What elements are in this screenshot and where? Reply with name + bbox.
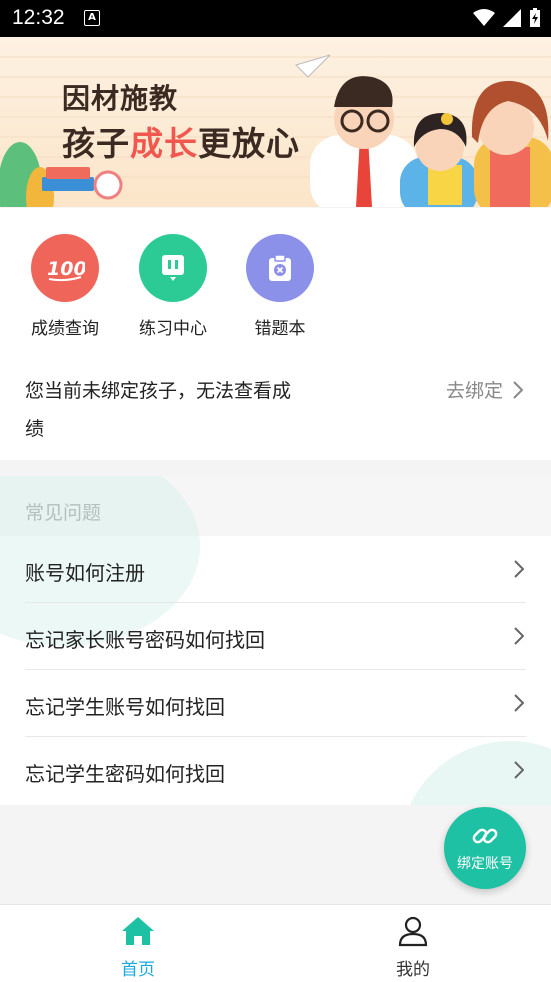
tab-mine-label: 我的 bbox=[396, 960, 430, 980]
faq-item-text: 忘记学生密码如何找回 bbox=[25, 762, 225, 786]
chevron-right-icon bbox=[514, 694, 524, 712]
quick-menu-card: 100 成绩查询 练习中心 错题本 您当前未绑定孩子，无法查看成绩 去绑定 bbox=[0, 208, 551, 460]
quick-item-label: 成绩查询 bbox=[31, 319, 99, 339]
faq-section: 常见问题 账号如何注册 忘记家长账号密码如何找回 忘记学生账号如何找回 忘记学生… bbox=[0, 476, 551, 805]
faq-item-text: 忘记学生账号如何找回 bbox=[25, 695, 225, 719]
banner[interactable]: 因材施教 孩子成长更放心 bbox=[0, 37, 551, 207]
signal-icon bbox=[503, 9, 521, 27]
status-time: 12:32 bbox=[12, 6, 65, 29]
chevron-right-icon bbox=[514, 560, 524, 578]
quick-item-label: 练习中心 bbox=[139, 319, 207, 339]
faq-item-text: 账号如何注册 bbox=[25, 561, 145, 585]
chevron-right-icon bbox=[514, 761, 524, 779]
faq-item[interactable]: 账号如何注册 bbox=[25, 536, 526, 603]
banner-slogan-highlight: 成长 bbox=[130, 124, 198, 163]
banner-slogan-prefix: 孩子 bbox=[62, 124, 130, 163]
bind-account-fab[interactable]: 绑定账号 bbox=[444, 807, 526, 889]
tab-home[interactable]: 首页 bbox=[78, 915, 198, 980]
quick-item-label: 错题本 bbox=[254, 319, 306, 339]
fab-label: 绑定账号 bbox=[457, 856, 513, 872]
wifi-icon bbox=[473, 9, 495, 26]
quick-item-wrong-book[interactable]: 错题本 bbox=[225, 234, 335, 339]
practice-icon bbox=[139, 234, 207, 302]
chevron-right-icon bbox=[513, 380, 523, 399]
banner-slogan-suffix: 更放心 bbox=[198, 124, 300, 163]
wrong-book-icon bbox=[246, 234, 314, 302]
go-bind-link[interactable]: 去绑定 bbox=[446, 376, 523, 403]
quick-item-score-query[interactable]: 100 成绩查询 bbox=[10, 234, 120, 339]
tab-home-label: 首页 bbox=[121, 960, 155, 980]
score-100-icon: 100 bbox=[31, 234, 99, 302]
banner-slogan-line1: 因材施教 bbox=[62, 82, 179, 115]
user-icon bbox=[398, 916, 428, 947]
status-icons bbox=[473, 8, 541, 28]
faq-item[interactable]: 忘记家长账号密码如何找回 bbox=[25, 603, 526, 670]
bottom-tab-bar: 首页 我的 bbox=[0, 904, 551, 982]
faq-item[interactable]: 忘记学生密码如何找回 bbox=[25, 737, 526, 803]
link-icon bbox=[472, 828, 498, 844]
home-icon bbox=[122, 917, 154, 945]
faq-item-text: 忘记家长账号密码如何找回 bbox=[25, 628, 265, 652]
status-bar: 12:32 A bbox=[0, 0, 551, 37]
banner-slogan-line2: 孩子成长更放心 bbox=[62, 117, 300, 165]
battery-icon bbox=[530, 8, 540, 27]
quick-item-practice-center[interactable]: 练习中心 bbox=[118, 234, 228, 339]
tab-mine[interactable]: 我的 bbox=[353, 915, 473, 980]
chevron-right-icon bbox=[514, 627, 524, 645]
notification-a-icon: A bbox=[84, 10, 100, 26]
bind-notice-text: 您当前未绑定孩子，无法查看成绩 bbox=[25, 380, 292, 440]
faq-item[interactable]: 忘记学生账号如何找回 bbox=[25, 670, 526, 737]
go-bind-label: 去绑定 bbox=[445, 380, 503, 402]
